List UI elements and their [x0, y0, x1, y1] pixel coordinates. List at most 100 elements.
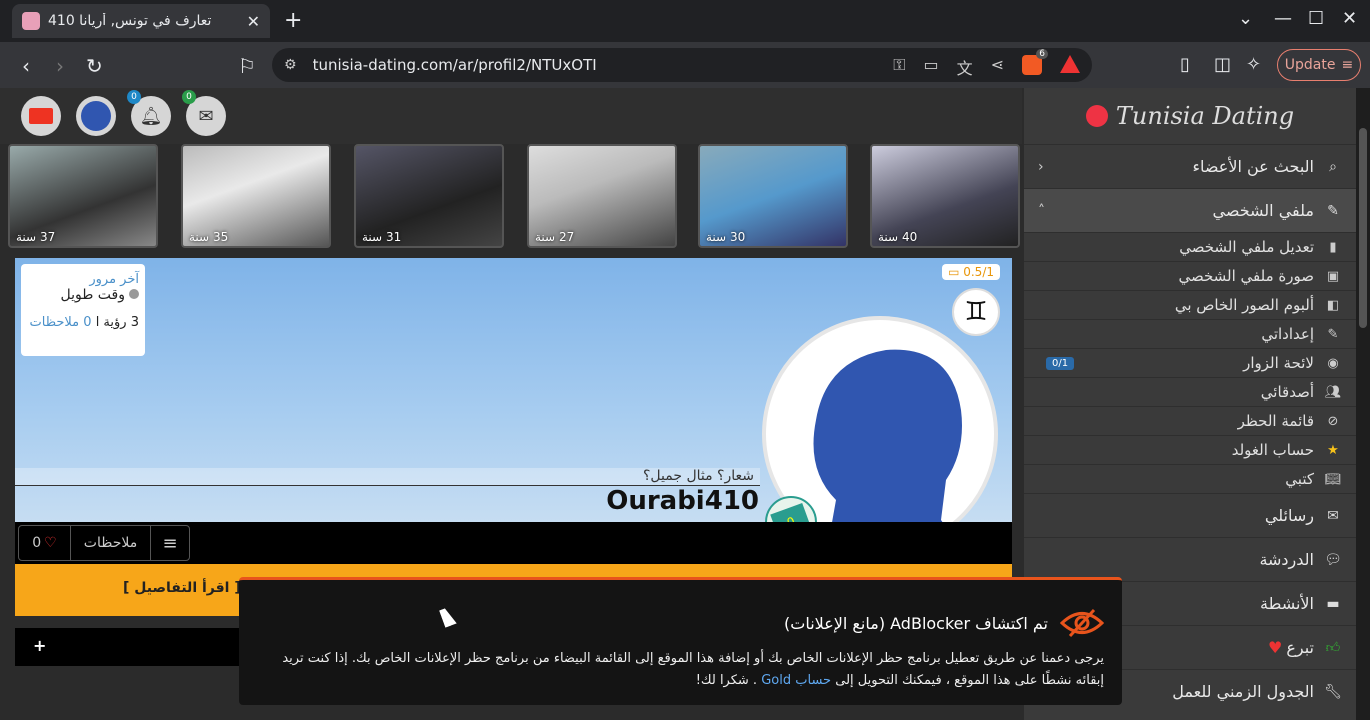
back-icon[interactable]: ‹	[22, 54, 30, 78]
profile-username: Ourabi410	[606, 486, 759, 516]
brave-rewards-icon[interactable]	[1060, 55, 1080, 73]
sidebar-subitem-visitors[interactable]: ◉ لائحة الزوار 0/1	[1024, 348, 1356, 377]
like-count: 0	[32, 535, 42, 551]
reload-icon[interactable]: ↻	[86, 54, 103, 78]
site-favicon-icon	[22, 12, 40, 30]
notes-link[interactable]: 0 ملاحظات	[30, 315, 92, 330]
heart-icon: ♡	[44, 535, 57, 551]
share-icon[interactable]: ⋖	[991, 55, 1004, 79]
friends-icon: 👥︎	[1324, 384, 1342, 400]
expand-button[interactable]: +	[33, 636, 46, 655]
settings-icon: ✎	[1327, 326, 1339, 342]
sidebar-subitem-label: تعديل ملفي الشخصي	[1179, 238, 1314, 256]
menu-icon: ≡	[1341, 57, 1354, 73]
site-info-icon[interactable]: ⚙	[284, 57, 297, 73]
member-thumbnail[interactable]: 30 سنة	[698, 144, 848, 248]
gemini-zodiac-icon: ♊	[952, 288, 1000, 336]
brand-name: Tunisia Dating	[1115, 102, 1295, 130]
translate-icon[interactable]: 文	[957, 55, 973, 79]
member-thumbnail[interactable]: 27 سنة	[527, 144, 677, 248]
sidebar-item-label: الجدول الزمني للعمل	[1172, 682, 1314, 701]
notifications-count: 0	[127, 90, 141, 104]
sidebar-subitem-block-list[interactable]: ⊘ قائمة الحظر	[1024, 406, 1356, 435]
sidebar-subitem-profile-photo[interactable]: ▣ صورة ملفي الشخصي	[1024, 261, 1356, 290]
page-scrollbar[interactable]	[1356, 88, 1370, 720]
page-viewport: 0 🔔︎ 0 ✉ 37 سنة 35 سنة 31 سنة 27 سنة 30 …	[0, 88, 1356, 720]
sidebar-item-chat[interactable]: 💬︎ الدردشة	[1024, 537, 1356, 581]
sidebar-subitem-friends[interactable]: 👥︎ أصدقائي	[1024, 377, 1356, 406]
like-button[interactable]: 0 ♡	[19, 526, 71, 560]
sidebar-subitem-edit-profile[interactable]: ▮ تعديل ملفي الشخصي	[1024, 232, 1356, 261]
visitors-badge: 0/1	[1046, 356, 1075, 370]
chevron-left-icon: ‹	[1038, 158, 1044, 175]
update-label: Update	[1284, 57, 1336, 73]
last-seen-value: وقت طويل	[60, 287, 125, 303]
cast-icon[interactable]: ▭	[923, 55, 938, 79]
member-thumbnail[interactable]: 31 سنة	[354, 144, 504, 248]
browser-tab-bar: تعارف في تونس, أريانا 410 ✕ + ⌄ — ☐ ✕	[0, 0, 1370, 42]
rating-value: 0.5/1	[963, 265, 994, 279]
sidebar-toggle-icon[interactable]: ▯	[1180, 54, 1190, 75]
browser-tab[interactable]: تعارف في تونس, أريانا 410 ✕	[12, 4, 270, 38]
minimize-icon[interactable]: —	[1274, 8, 1292, 29]
wrench-icon: 🔧︎	[1324, 683, 1342, 700]
camera-icon: ▣	[1326, 268, 1340, 284]
address-bar[interactable]: ⚙ tunisia-dating.com/ar/profil2/NTUxOTI …	[272, 48, 1092, 82]
new-tab-button[interactable]: +	[284, 8, 302, 33]
last-seen-row: وقت طويل	[27, 287, 139, 303]
adblock-body: يرجى دعمنا عن طريق تعطيل برنامج حظر الإع…	[257, 648, 1104, 692]
search-icon: ⌕	[1329, 158, 1337, 175]
options-menu-button[interactable]: ≡	[151, 533, 189, 554]
chat-icon: 💬︎	[1324, 551, 1342, 568]
gold-account-link[interactable]: حساب Gold	[761, 673, 831, 688]
site-logo-icon	[1085, 105, 1108, 127]
adblock-title: تم اكتشاف AdBlocker (مانع الإعلانات)	[784, 613, 1048, 633]
member-age: 31 سنة	[362, 230, 402, 244]
sidebar-item-search-members[interactable]: ⌕ البحث عن الأعضاء ‹	[1024, 144, 1356, 188]
sidebar-subitem-my-books[interactable]: 📖︎ كتبي	[1024, 464, 1356, 493]
scrollbar-thumb[interactable]	[1359, 128, 1367, 328]
folder-icon: ▬	[1326, 595, 1340, 612]
notifications-button[interactable]: 0 🔔︎	[127, 90, 171, 136]
close-tab-icon[interactable]: ✕	[247, 12, 260, 31]
adblock-header: تم اكتشاف AdBlocker (مانع الإعلانات)	[257, 608, 1104, 638]
block-icon: ⊘	[1327, 413, 1339, 429]
sidebar-subitem-gold-account[interactable]: ★ حساب الغولد	[1024, 435, 1356, 464]
update-button[interactable]: Update ≡	[1277, 49, 1361, 81]
wallet-icon[interactable]: ◫	[1214, 54, 1231, 75]
member-thumbnail[interactable]: 37 سنة	[8, 144, 158, 248]
sidebar-item-messages[interactable]: ✉ رسائلي	[1024, 493, 1356, 537]
brave-badge: 6	[1036, 49, 1048, 59]
avatar-button[interactable]	[76, 96, 116, 136]
profile-cover: آخر مرور وقت طويل 3 رؤية ا 0 ملاحظات شعا…	[15, 258, 1012, 552]
offline-dot-icon	[129, 289, 139, 299]
url-text[interactable]: tunisia-dating.com/ar/profil2/NTUxOTI	[313, 56, 597, 74]
member-age: 27 سنة	[535, 230, 575, 244]
album-icon: ◧	[1326, 297, 1340, 313]
sidebar-subitem-settings[interactable]: ✎ إعداداتي	[1024, 319, 1356, 348]
star-icon: ★	[1327, 442, 1339, 458]
sidebar-subitem-label: صورة ملفي الشخصي	[1178, 267, 1314, 285]
key-icon[interactable]: ⚿	[893, 55, 905, 79]
member-thumbnail[interactable]: 40 سنة	[870, 144, 1020, 248]
sidebar-item-my-profile[interactable]: ✎ ملفي الشخصي ˄	[1024, 188, 1356, 232]
sidebar-subitem-photo-album[interactable]: ◧ ألبوم الصور الخاص بي	[1024, 290, 1356, 319]
close-window-icon[interactable]: ✕	[1342, 8, 1357, 29]
envelope-icon: ✉	[198, 105, 214, 127]
tunisia-flag-icon	[29, 108, 53, 124]
site-brand[interactable]: Tunisia Dating	[1024, 88, 1356, 144]
member-age: 35 سنة	[189, 230, 229, 244]
notes-button[interactable]: ملاحظات	[71, 526, 151, 560]
profile-slogan: شعار؟ مثال جميل؟	[15, 468, 760, 486]
bell-icon: 🔔︎	[139, 105, 163, 127]
maximize-icon[interactable]: ☐	[1308, 8, 1324, 29]
brave-shields-icon[interactable]: 6	[1022, 49, 1048, 75]
tab-search-icon[interactable]: ⌄	[1238, 8, 1253, 29]
flag-button[interactable]	[21, 96, 61, 136]
member-thumbnail[interactable]: 35 سنة	[181, 144, 331, 248]
bookmark-icon[interactable]: ⚐	[238, 54, 256, 78]
forward-icon[interactable]: ›	[56, 54, 64, 78]
sidebar-item-label: الدردشة	[1259, 550, 1314, 569]
leo-ai-icon[interactable]: ✧	[1246, 54, 1261, 75]
messages-button[interactable]: 0 ✉	[182, 90, 226, 136]
